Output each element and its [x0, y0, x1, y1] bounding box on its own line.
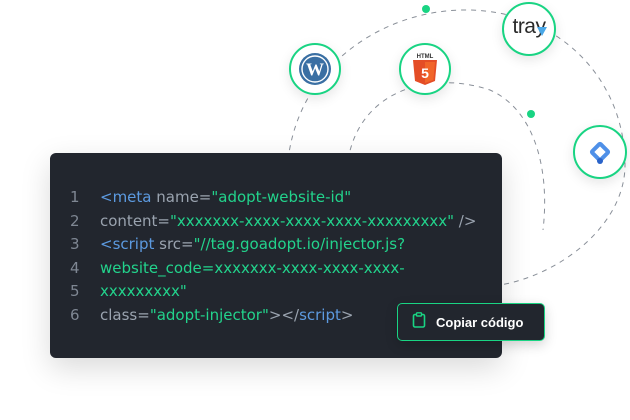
tray-badge: tray: [502, 2, 556, 56]
line-number: 4: [70, 258, 80, 277]
code-line: 3 <script src="//tag.goadopt.io/injector.…: [70, 233, 476, 257]
code-token: >: [340, 305, 354, 324]
code-token: <script: [100, 235, 155, 253]
line-number: 1: [70, 188, 80, 206]
line-number: 5: [70, 282, 80, 300]
wordpress-badge: W: [289, 43, 341, 95]
code-token: <meta: [100, 188, 152, 206]
clipboard-icon: [412, 311, 426, 333]
copy-code-button[interactable]: Copiar código: [397, 303, 545, 341]
line-number: 6: [70, 305, 80, 324]
html5-label: HTML: [417, 54, 434, 60]
code-token: "//tag.goadopt.io/injector.js?: [193, 235, 406, 253]
code-token: class=: [100, 305, 150, 324]
code-token: "xxxxxxx-xxxx-xxxx-xxxx-xxxxxxxxx": [170, 211, 455, 230]
code-token: content=: [100, 211, 170, 230]
wordpress-icon: W: [298, 52, 332, 86]
google-tag-manager-icon: [585, 137, 615, 167]
code-token: />: [454, 211, 477, 230]
code-token: "adopt-injector": [149, 305, 269, 324]
code-token: "adopt-website-id": [211, 188, 352, 206]
code-token: name=: [151, 188, 212, 206]
code-token: script: [299, 305, 341, 324]
code-line: 5 xxxxxxxxx": [70, 280, 476, 304]
orbit-dot: [422, 5, 430, 13]
tray-accent-icon: [537, 27, 547, 36]
code-line: 4 website_code=xxxxxxx-xxxx-xxxx-xxxx-: [70, 257, 476, 281]
orbit-dot: [527, 110, 535, 118]
code-token: ></: [268, 305, 300, 324]
code-line: 2 content="xxxxxxx-xxxx-xxxx-xxxx-xxxxxxx…: [70, 210, 476, 234]
code-token: website_code=xxxxxxx-xxxx-xxxx-xxxx-: [100, 258, 405, 277]
code-line: 1 <meta name="adopt-website-id": [70, 186, 476, 210]
code-token: xxxxxxxxx": [100, 282, 187, 300]
html5-icon: HTML 5: [410, 52, 440, 86]
line-number: 2: [70, 211, 80, 230]
copy-code-label: Copiar código: [436, 314, 524, 330]
gtm-badge: [573, 125, 627, 179]
svg-text:W: W: [306, 60, 324, 80]
line-number: 3: [70, 235, 80, 253]
html5-glyph: 5: [421, 65, 429, 81]
code-token: src=: [154, 235, 194, 253]
html5-badge: HTML 5: [399, 43, 451, 95]
